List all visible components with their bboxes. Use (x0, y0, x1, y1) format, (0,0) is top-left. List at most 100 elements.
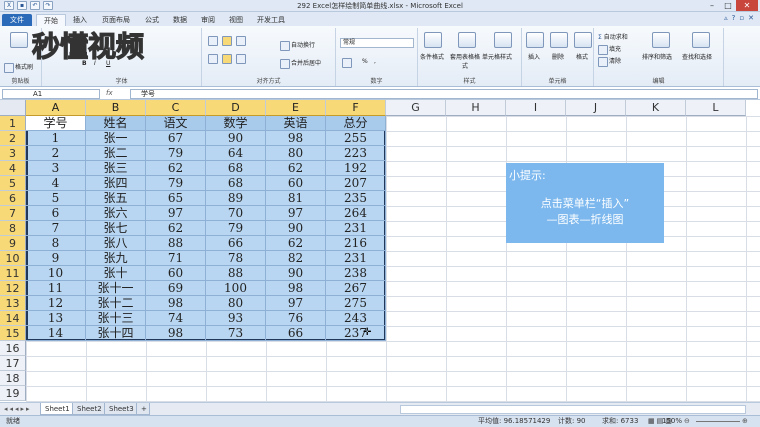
table-format-icon[interactable] (458, 32, 476, 48)
zoom-slider[interactable] (696, 421, 740, 422)
tab-home[interactable]: 开始 (36, 14, 66, 26)
align-center-button[interactable] (222, 54, 233, 64)
tab-formulas[interactable]: 公式 (140, 14, 164, 26)
table-cell[interactable]: 82 (266, 251, 326, 266)
table-cell[interactable]: 4 (26, 176, 86, 191)
row-header[interactable]: 14 (0, 311, 26, 326)
tab-page-layout[interactable]: 页面布局 (96, 14, 136, 26)
close-workbook-icon[interactable]: ✕ (748, 14, 754, 22)
table-cell[interactable]: 79 (206, 221, 266, 236)
find-select-icon[interactable] (692, 32, 710, 48)
close-button[interactable]: ✕ (736, 0, 758, 11)
row-header[interactable]: 16 (0, 341, 26, 356)
conditional-format-button[interactable]: 条件格式 (420, 52, 444, 61)
table-cell[interactable]: 88 (206, 266, 266, 281)
table-header-cell[interactable]: 姓名 (86, 116, 146, 131)
align-left-button[interactable] (208, 54, 219, 64)
table-cell[interactable]: 76 (266, 311, 326, 326)
ribbon-minimize-icon[interactable]: ▵ (724, 14, 728, 22)
table-cell[interactable]: 70 (206, 206, 266, 221)
table-cell[interactable]: 张九 (86, 251, 146, 266)
table-cell[interactable]: 张十一 (86, 281, 146, 296)
tab-review[interactable]: 审阅 (196, 14, 220, 26)
table-cell[interactable]: 97 (266, 296, 326, 311)
table-cell[interactable]: 64 (206, 146, 266, 161)
minimize-button[interactable]: – (704, 0, 720, 11)
row-header[interactable]: 11 (0, 266, 26, 281)
table-cell[interactable]: 62 (146, 221, 206, 236)
fx-icon[interactable]: fx (106, 89, 113, 97)
currency-button[interactable] (342, 58, 353, 68)
column-header[interactable]: G (386, 100, 446, 116)
sheet-nav-buttons[interactable]: ◂◂◂▸▸ (4, 405, 32, 413)
table-cell[interactable]: 3 (26, 161, 86, 176)
delete-cells-icon[interactable] (550, 32, 568, 48)
column-header[interactable]: D (206, 100, 266, 116)
row-header[interactable]: 9 (0, 236, 26, 251)
table-cell[interactable]: 62 (266, 161, 326, 176)
column-header[interactable]: I (506, 100, 566, 116)
column-header[interactable]: L (686, 100, 746, 116)
table-cell[interactable]: 张十二 (86, 296, 146, 311)
percent-button[interactable]: % (362, 58, 368, 65)
sort-filter-button[interactable]: 排序和筛选 (642, 52, 672, 61)
table-cell[interactable]: 60 (266, 176, 326, 191)
zoom-in-icon[interactable]: ⊕ (742, 416, 748, 427)
table-cell[interactable]: 235 (326, 191, 386, 206)
table-cell[interactable]: 10 (26, 266, 86, 281)
help-icon[interactable]: ? (732, 14, 736, 22)
comma-button[interactable]: , (374, 58, 376, 65)
table-cell[interactable]: 74 (146, 311, 206, 326)
row-header[interactable]: 19 (0, 386, 26, 401)
table-cell[interactable]: 2 (26, 146, 86, 161)
table-cell[interactable]: 8 (26, 236, 86, 251)
table-format-button[interactable]: 套用表格格式 (450, 52, 480, 70)
horizontal-scrollbar[interactable] (400, 405, 746, 414)
table-cell[interactable]: 79 (146, 146, 206, 161)
restore-icon[interactable]: ▫ (739, 14, 744, 22)
table-cell[interactable]: 69 (146, 281, 206, 296)
row-header[interactable]: 18 (0, 371, 26, 386)
table-cell[interactable]: 80 (206, 296, 266, 311)
table-cell[interactable]: 97 (266, 206, 326, 221)
table-header-cell[interactable]: 数学 (206, 116, 266, 131)
column-header[interactable]: K (626, 100, 686, 116)
table-cell[interactable]: 12 (26, 296, 86, 311)
table-cell[interactable]: 231 (326, 221, 386, 236)
table-cell[interactable]: 267 (326, 281, 386, 296)
table-cell[interactable]: 243 (326, 311, 386, 326)
table-cell[interactable]: 14 (26, 326, 86, 341)
fill-button[interactable]: 填充 (598, 44, 621, 55)
insert-cells-button[interactable]: 插入 (528, 52, 540, 61)
new-sheet-icon[interactable]: + (136, 403, 150, 415)
table-cell[interactable]: 264 (326, 206, 386, 221)
table-cell[interactable]: 98 (146, 326, 206, 341)
column-header[interactable]: E (266, 100, 326, 116)
row-header[interactable]: 2 (0, 131, 26, 146)
format-painter-button[interactable]: 格式刷 (4, 62, 33, 73)
sheet-tab-3[interactable]: Sheet3 (104, 403, 139, 415)
table-cell[interactable]: 67 (146, 131, 206, 146)
table-cell[interactable]: 张四 (86, 176, 146, 191)
paste-icon[interactable] (10, 32, 28, 48)
row-header[interactable]: 13 (0, 296, 26, 311)
table-cell[interactable]: 张五 (86, 191, 146, 206)
tab-data[interactable]: 数据 (168, 14, 192, 26)
row-header[interactable]: 7 (0, 206, 26, 221)
row-header[interactable]: 8 (0, 221, 26, 236)
maximize-button[interactable]: □ (720, 0, 736, 11)
table-cell[interactable]: 98 (146, 296, 206, 311)
row-header[interactable]: 1 (0, 116, 26, 131)
table-cell[interactable]: 90 (206, 131, 266, 146)
sheet-tab-1[interactable]: Sheet1 (40, 403, 75, 415)
align-bottom-button[interactable] (236, 36, 247, 46)
table-cell[interactable]: 89 (206, 191, 266, 206)
zoom-level[interactable]: 150% (662, 416, 682, 427)
column-header[interactable]: H (446, 100, 506, 116)
table-cell[interactable]: 255 (326, 131, 386, 146)
table-cell[interactable]: 张八 (86, 236, 146, 251)
table-cell[interactable]: 80 (266, 146, 326, 161)
delete-cells-button[interactable]: 删除 (552, 52, 564, 61)
table-cell[interactable]: 98 (266, 131, 326, 146)
table-cell[interactable]: 张十 (86, 266, 146, 281)
